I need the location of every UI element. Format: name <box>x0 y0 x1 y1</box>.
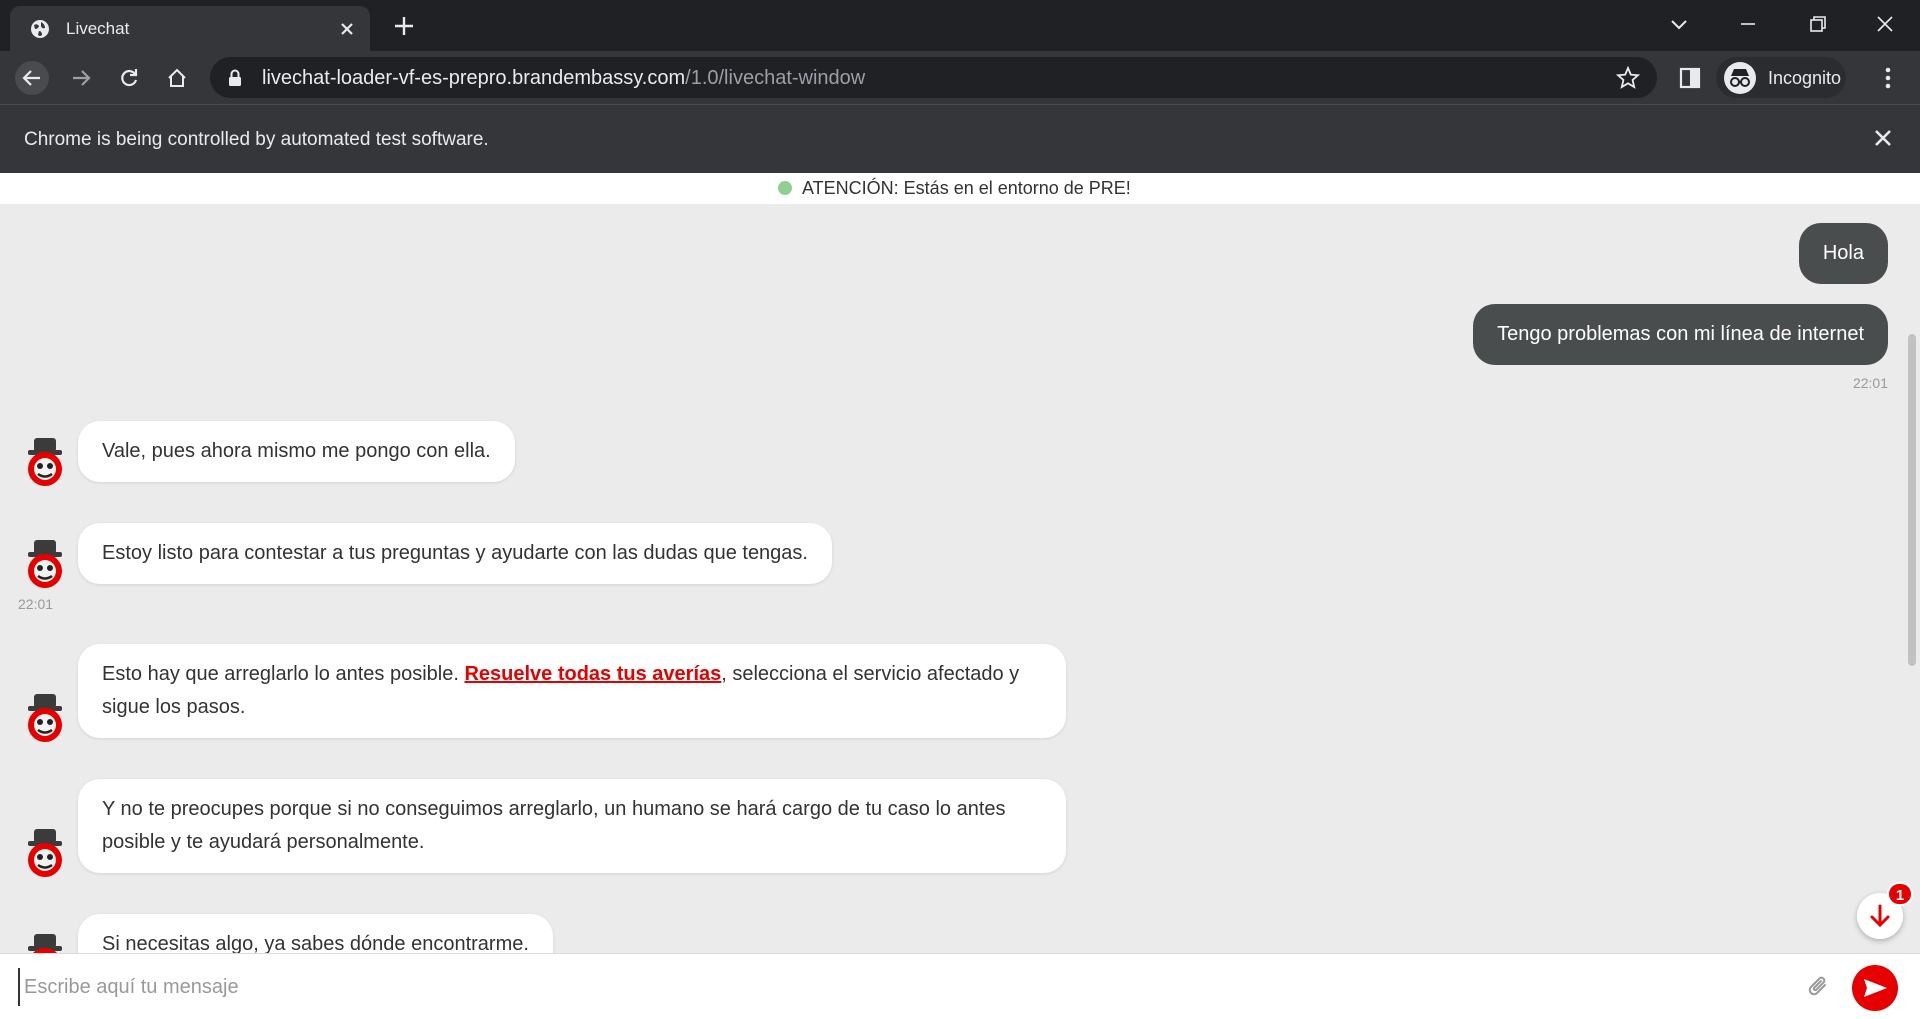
close-icon[interactable] <box>336 18 358 40</box>
profile-button[interactable]: Incognito <box>1716 57 1846 98</box>
user-message-text: Hola <box>1822 242 1864 264</box>
url-path: /1.0/livechat-window <box>685 67 866 89</box>
paperclip-icon[interactable] <box>1806 974 1832 1000</box>
home-button[interactable] <box>160 61 194 95</box>
bot-avatar-icon <box>28 934 62 953</box>
status-dot <box>778 181 792 195</box>
user-message: Tengo problemas con mi línea de internet <box>1473 304 1888 365</box>
profile-label: Incognito <box>1768 68 1842 88</box>
send-icon <box>1864 979 1887 997</box>
home-icon <box>168 68 186 87</box>
message-composer <box>0 953 1920 1019</box>
message-timestamp: 22:01 <box>1852 375 1888 391</box>
bot-message-text: Si necesitas algo, ya sabes dónde encont… <box>102 933 529 953</box>
star-icon[interactable] <box>1616 66 1640 90</box>
chat-scrollbar[interactable] <box>1908 334 1916 666</box>
restore-icon <box>1810 16 1826 32</box>
new-tab-button[interactable] <box>390 12 418 40</box>
browser-toolbar: livechat-loader-vf-es-prepro.brandembass… <box>0 51 1920 104</box>
bot-avatar-icon <box>28 438 62 486</box>
message-timestamp: 22:01 <box>18 596 54 612</box>
bot-message: Vale, pues ahora mismo me pongo con ella… <box>78 421 515 482</box>
close-icon <box>1877 16 1893 32</box>
url-host: livechat-loader-vf-es-prepro.brandembass… <box>262 67 686 89</box>
chat-transcript[interactable]: Hola Tengo problemas con mi línea de int… <box>0 204 1920 953</box>
bot-avatar-icon <box>28 540 62 588</box>
forward-button[interactable] <box>64 61 98 95</box>
bot-avatar-icon <box>28 694 62 742</box>
bot-message: Esto hay que arreglarlo lo antes posible… <box>78 644 1066 738</box>
address-bar[interactable]: livechat-loader-vf-es-prepro.brandembass… <box>210 57 1657 98</box>
close-icon[interactable] <box>1870 125 1896 151</box>
send-button[interactable] <box>1852 965 1898 1011</box>
browser-tab[interactable]: Livechat <box>10 6 370 51</box>
bot-message: Y no te preocupes porque si no conseguim… <box>78 779 1066 873</box>
bot-message: Si necesitas algo, ya sabes dónde encont… <box>78 914 553 953</box>
environment-warning: ATENCIÓN: Estás en el entorno de PRE! <box>802 178 1131 198</box>
automation-infobar: Chrome is being controlled by automated … <box>0 104 1920 173</box>
bot-message-text: Y no te preocupes porque si no conseguim… <box>102 798 1006 853</box>
averias-link[interactable]: Resuelve todas tus averías <box>464 663 721 685</box>
unread-badge: 1 <box>1887 882 1913 906</box>
plus-icon <box>395 17 413 35</box>
url-text: livechat-loader-vf-es-prepro.brandembass… <box>262 67 865 90</box>
bot-message-text: Estoy listo para contestar a tus pregunt… <box>102 542 808 564</box>
minimize-button[interactable] <box>1733 10 1763 38</box>
side-panel-icon[interactable] <box>1679 67 1701 89</box>
bot-avatar-icon <box>28 829 62 877</box>
reload-icon <box>121 69 138 87</box>
environment-banner: ATENCIÓN: Estás en el entorno de PRE! <box>0 173 1920 204</box>
bot-message-text: Esto hay que arreglarlo lo antes posible… <box>102 663 465 685</box>
globe-icon <box>31 20 49 38</box>
back-button[interactable] <box>15 61 49 95</box>
restore-button[interactable] <box>1802 10 1832 38</box>
incognito-icon <box>1724 62 1756 94</box>
user-message: Hola <box>1798 223 1888 284</box>
browser-tab-strip: Livechat <box>0 0 1920 51</box>
chevron-down-icon <box>1671 20 1687 30</box>
forward-icon <box>73 70 91 86</box>
bot-message-text: Vale, pues ahora mismo me pongo con ella… <box>102 440 491 462</box>
tab-title: Livechat <box>66 19 130 38</box>
reload-button[interactable] <box>112 61 146 95</box>
infobar-text: Chrome is being controlled by automated … <box>24 129 489 150</box>
message-input[interactable] <box>18 968 1778 1006</box>
lock-icon <box>229 69 241 86</box>
close-window-button[interactable] <box>1870 10 1900 38</box>
user-message-text: Tengo problemas con mi línea de internet <box>1497 323 1864 345</box>
back-icon <box>22 70 40 86</box>
tab-search-button[interactable] <box>1664 10 1694 38</box>
minimize-icon <box>1741 23 1755 25</box>
bot-message: Estoy listo para contestar a tus pregunt… <box>78 523 832 584</box>
kebab-menu-icon[interactable] <box>1876 65 1900 91</box>
